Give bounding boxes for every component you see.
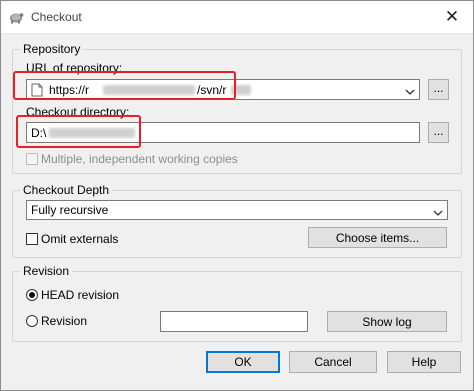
url-browse-button[interactable]: ... [428,79,449,100]
title-bar: Checkout ✕ [1,1,473,34]
url-label: URL of repository: [26,61,123,75]
url-value-suffix: /svn/r [197,83,227,97]
checkout-depth-legend: Checkout Depth [20,183,113,197]
head-revision-label: HEAD revision [41,288,120,302]
tortoise-svn-icon [8,9,24,25]
url-combobox[interactable]: https://r /svn/r [26,79,420,100]
checkout-directory-input[interactable]: D:\ [26,122,420,143]
close-icon[interactable]: ✕ [431,1,473,32]
redacted-mask [49,128,135,138]
depth-selected-value: Fully recursive [31,203,109,217]
revision-input[interactable] [160,311,308,332]
window-title: Checkout [31,10,82,24]
chevron-down-icon[interactable] [433,206,443,216]
directory-browse-button[interactable]: ... [428,122,449,143]
redacted-mask [231,85,251,95]
chevron-down-icon[interactable] [405,85,415,95]
checkout-dialog: Checkout ✕ Repository URL of repository:… [0,0,474,391]
head-revision-radio[interactable] [26,289,38,301]
revision-legend: Revision [20,264,73,278]
show-log-button[interactable]: Show log [327,311,447,332]
revision-radio-label: Revision [41,314,88,328]
document-icon [31,83,43,100]
repository-legend: Repository [20,42,84,56]
checkout-directory-label: Checkout directory: [26,105,130,119]
cancel-button[interactable]: Cancel [289,351,377,373]
revision-radio[interactable] [26,315,38,327]
omit-externals-label: Omit externals [41,232,119,246]
redacted-mask [103,85,195,95]
depth-select[interactable]: Fully recursive [26,200,448,220]
ok-button[interactable]: OK [206,351,280,373]
checkout-directory-value: D:\ [31,126,47,140]
multiple-working-copies-checkbox[interactable] [26,153,38,165]
help-button[interactable]: Help [387,351,461,373]
omit-externals-checkbox[interactable] [26,233,38,245]
url-value: https://r [49,83,90,97]
multiple-working-copies-label: Multiple, independent working copies [41,152,238,166]
choose-items-button[interactable]: Choose items... [308,227,447,248]
